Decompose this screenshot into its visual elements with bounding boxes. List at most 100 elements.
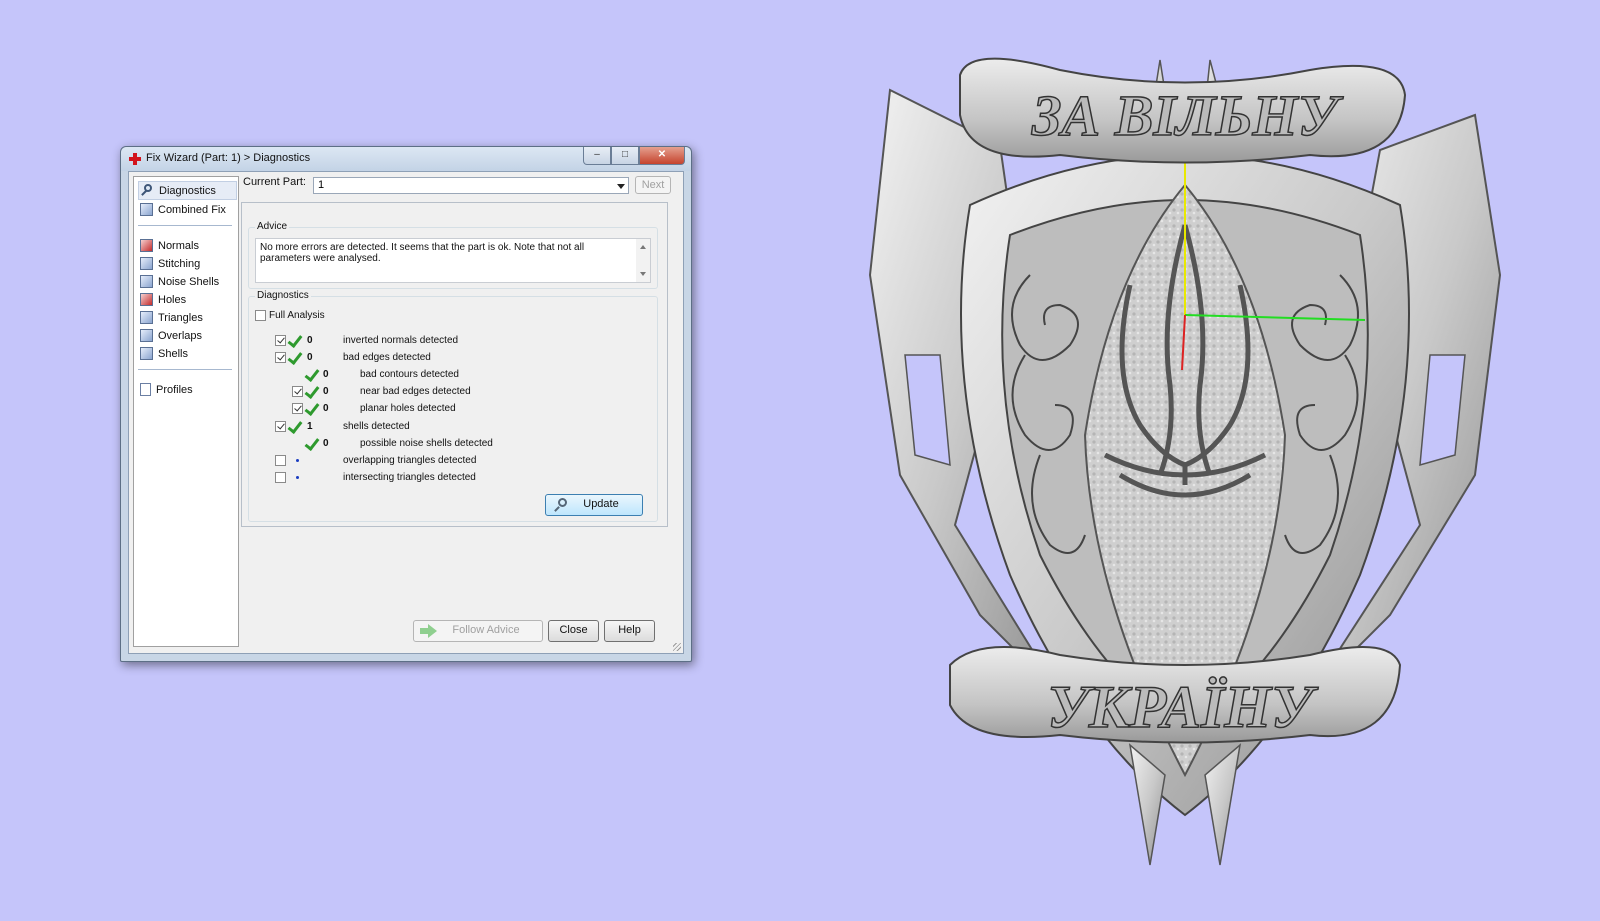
nav-divider — [138, 369, 232, 370]
check-mark-icon — [289, 350, 303, 364]
cube-red-icon — [140, 293, 153, 306]
follow-advice-button[interactable]: Follow Advice — [413, 620, 543, 642]
check-mark-icon — [306, 384, 320, 398]
magnifier-icon — [141, 184, 154, 197]
nav-item-label: Diagnostics — [159, 184, 216, 197]
check-mark-icon — [306, 401, 320, 415]
advice-text: No more errors are detected. It seems th… — [260, 242, 585, 264]
update-button[interactable]: Update — [545, 494, 643, 516]
current-part-select[interactable]: 1 — [313, 177, 629, 194]
check-mark-icon — [289, 419, 303, 433]
scroll-down-icon[interactable] — [640, 272, 646, 276]
cube-icon — [140, 329, 153, 342]
cube-icon — [140, 347, 153, 360]
bottom-ribbon-text: УКРАЇНУ — [1047, 674, 1319, 740]
nav-item-label: Overlaps — [158, 329, 203, 342]
near-bad-edges-checkbox[interactable] — [292, 386, 303, 397]
row-count: 0 — [323, 403, 329, 414]
minimize-button[interactable]: – — [583, 147, 611, 165]
diagnostics-title: Diagnostics — [255, 290, 311, 301]
row-label: possible noise shells detected — [360, 438, 493, 449]
planar-holes-checkbox[interactable] — [292, 403, 303, 414]
fix-wizard-window: Fix Wizard (Part: 1) > Diagnostics – □ ✕… — [120, 146, 692, 662]
row-count: 0 — [323, 369, 329, 380]
row-label: inverted normals detected — [343, 335, 459, 346]
green-arrow-icon — [420, 624, 438, 638]
advice-title: Advice — [255, 221, 290, 232]
nav-item-noise-shells[interactable]: Noise Shells — [140, 273, 223, 290]
row-label: planar holes detected — [360, 403, 456, 414]
row-count: 0 — [307, 335, 313, 346]
window-title: Fix Wizard (Part: 1) > Diagnostics — [146, 152, 311, 164]
document-icon — [140, 383, 151, 396]
nav-item-profiles[interactable]: Profiles — [140, 381, 197, 398]
nav-item-stitching[interactable]: Stitching — [140, 255, 204, 272]
cube-icon — [140, 257, 153, 270]
red-cross-icon — [129, 153, 141, 165]
nav-item-label: Triangles — [158, 311, 203, 324]
close-window-button[interactable]: ✕ — [639, 147, 685, 165]
inverted-normals-checkbox[interactable] — [275, 335, 286, 346]
advice-scrollbar[interactable] — [636, 239, 650, 282]
row-label: bad edges detected — [343, 352, 431, 363]
nav-item-diagnostics[interactable]: Diagnostics — [138, 181, 237, 200]
row-label: overlapping triangles detected — [343, 455, 477, 466]
full-analysis-label: Full Analysis — [269, 310, 325, 321]
cube-red-icon — [140, 239, 153, 252]
row-count: 0 — [307, 352, 313, 363]
nav-item-label: Combined Fix — [158, 203, 226, 216]
nav-item-label: Profiles — [156, 383, 193, 396]
nav-item-label: Shells — [158, 347, 188, 360]
magnifier-icon — [554, 498, 568, 512]
intersecting-triangles-checkbox[interactable] — [275, 472, 286, 483]
cube-icon — [140, 311, 153, 324]
overlapping-triangles-checkbox[interactable] — [275, 455, 286, 466]
row-count: 0 — [323, 386, 329, 397]
close-button[interactable]: Close — [548, 620, 599, 642]
pending-dot-icon — [296, 459, 299, 462]
badge-3d-model[interactable]: ЗА ВІЛЬНУ УКРАЇНУ — [860, 55, 1510, 885]
row-label: intersecting triangles detected — [343, 472, 476, 483]
scroll-up-icon[interactable] — [640, 245, 646, 249]
nav-item-label: Stitching — [158, 257, 201, 270]
dialog-client: Diagnostics Combined Fix Normals Stitchi… — [128, 171, 684, 654]
bad-edges-checkbox[interactable] — [275, 352, 286, 363]
follow-advice-label: Follow Advice — [452, 624, 520, 636]
diagnostics-group: Diagnostics Full Analysis 0 inverted nor… — [248, 290, 658, 522]
cube-icon — [140, 203, 153, 216]
row-label: near bad edges detected — [360, 386, 471, 397]
nav-item-shells[interactable]: Shells — [140, 345, 192, 362]
nav-divider — [138, 225, 232, 226]
cube-icon — [140, 275, 153, 288]
help-button[interactable]: Help — [604, 620, 655, 642]
check-mark-icon — [306, 367, 320, 381]
row-count: 0 — [323, 438, 329, 449]
current-part-value: 1 — [318, 179, 325, 191]
top-ribbon-text: ЗА ВІЛЬНУ — [1031, 83, 1344, 148]
nav-item-holes[interactable]: Holes — [140, 291, 190, 308]
nav-item-label: Normals — [158, 239, 199, 252]
nav-item-triangles[interactable]: Triangles — [140, 309, 207, 326]
update-label: Update — [583, 498, 619, 510]
nav-panel: Diagnostics Combined Fix Normals Stitchi… — [133, 176, 239, 647]
diagnostics-panel: Advice No more errors are detected. It s… — [241, 202, 668, 527]
row-label: bad contours detected — [360, 369, 459, 380]
maximize-button[interactable]: □ — [611, 147, 639, 165]
nav-item-overlaps[interactable]: Overlaps — [140, 327, 206, 344]
check-mark-icon — [306, 436, 320, 450]
row-count: 1 — [307, 421, 313, 432]
chevron-down-icon — [617, 184, 625, 189]
advice-group: Advice No more errors are detected. It s… — [248, 221, 658, 289]
current-part-label: Current Part: — [243, 176, 306, 188]
row-label: shells detected — [343, 421, 410, 432]
title-bar[interactable]: Fix Wizard (Part: 1) > Diagnostics – □ ✕ — [121, 147, 691, 171]
full-analysis-checkbox[interactable] — [255, 310, 266, 321]
shells-checkbox[interactable] — [275, 421, 286, 432]
nav-item-normals[interactable]: Normals — [140, 237, 203, 254]
nav-item-combined-fix[interactable]: Combined Fix — [140, 201, 230, 218]
nav-item-label: Holes — [158, 293, 187, 306]
resize-grip[interactable] — [673, 643, 681, 651]
check-mark-icon — [289, 333, 303, 347]
next-button[interactable]: Next — [635, 176, 671, 194]
nav-item-label: Noise Shells — [158, 275, 220, 288]
